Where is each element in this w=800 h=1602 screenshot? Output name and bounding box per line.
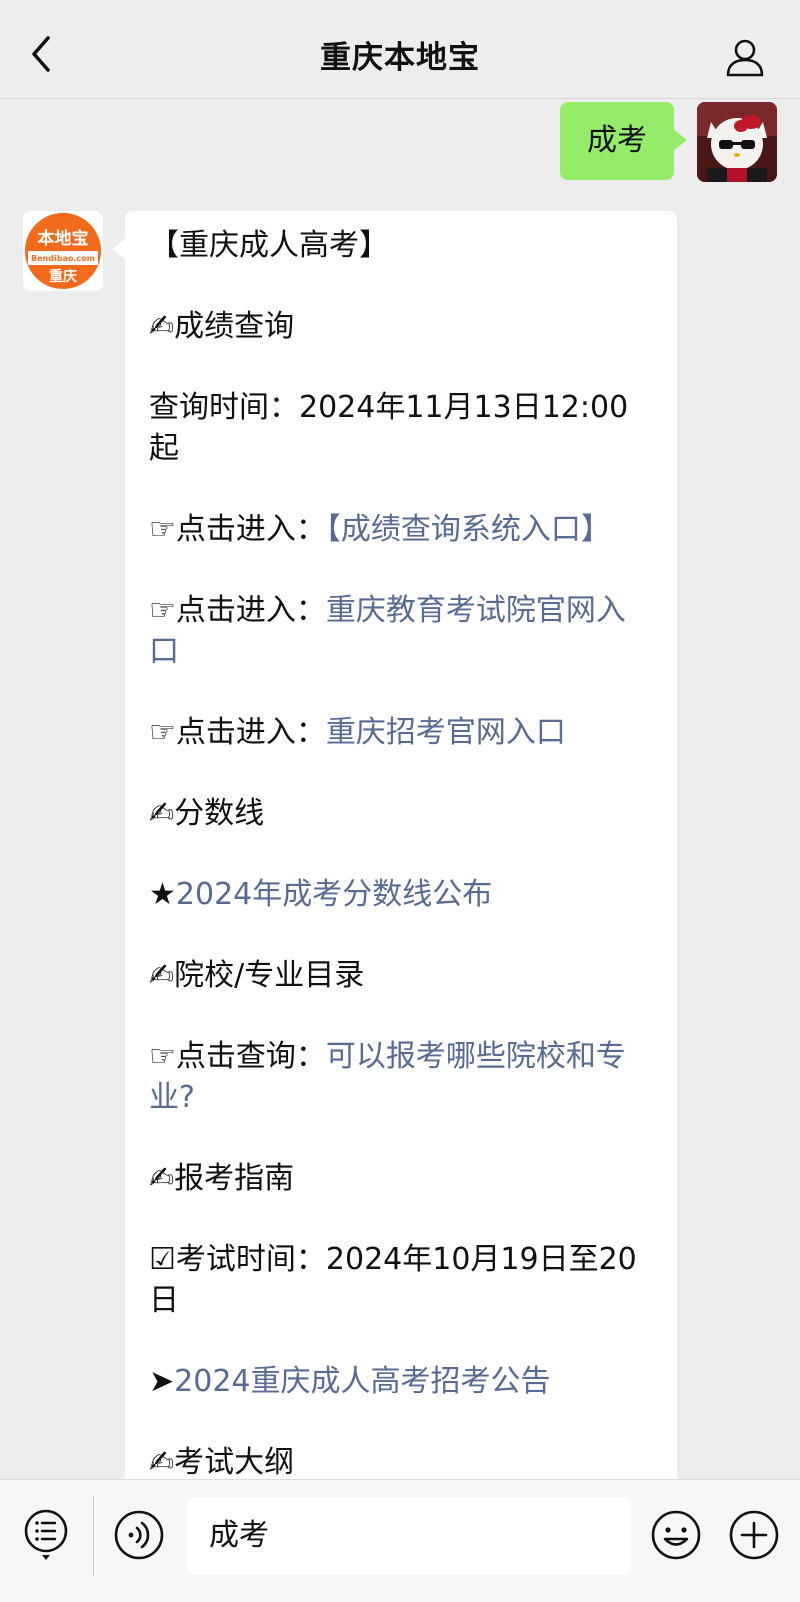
- section-title-syllabus: ✍考试大纲: [149, 1445, 295, 1479]
- section-title-guide: ✍报考指南: [149, 1161, 295, 1196]
- entry-exam-authority: ☞点击进入：重庆教育考试院官网入口: [149, 593, 626, 669]
- menu-button[interactable]: [22, 1507, 72, 1563]
- svg-text:重庆: 重庆: [49, 268, 77, 285]
- message-content: 【重庆成人高考】 ✍成绩查询 查询时间：2024年11月13日12:00起 ☞点…: [149, 225, 649, 1479]
- chat-header: 重庆本地宝: [0, 0, 800, 99]
- bar-divider: [93, 1495, 94, 1577]
- bot-avatar[interactable]: 本地宝 Bendibao.com 重庆: [23, 211, 103, 291]
- arrow-icon: ➤: [149, 1364, 175, 1399]
- section-title-cutoff: ✍分数线: [149, 796, 265, 831]
- svg-text:本地宝: 本地宝: [38, 228, 89, 249]
- bot-message-bubble: 【重庆成人高考】 ✍成绩查询 查询时间：2024年11月13日12:00起 ☞点…: [112, 211, 677, 1479]
- catalog-entry: ☞点击查询：可以报考哪些院校和专业?: [149, 1039, 626, 1115]
- message-input[interactable]: 成考: [187, 1497, 631, 1575]
- notice-link[interactable]: 2024重庆成人高考招考公告: [174, 1364, 550, 1399]
- more-button[interactable]: [728, 1509, 780, 1561]
- section-title-catalog: ✍院校/专业目录: [149, 958, 365, 993]
- exam-time-text: ☑考试时间：2024年10月19日至20日: [149, 1242, 637, 1318]
- plus-icon: [729, 1510, 779, 1560]
- entry-admissions-site: ☞点击进入：重庆招考官网入口: [149, 715, 566, 750]
- user-message-bubble[interactable]: 成考: [560, 102, 687, 180]
- cutoff-entry: ★2024年成考分数线公布: [149, 874, 649, 915]
- message-list[interactable]: 成考 本地宝 Bendibao.com 重庆 【重庆成人高考】 ✍成绩查询 查询…: [0, 99, 800, 1479]
- notice-entry: ➤2024重庆成人高考招考公告: [149, 1361, 649, 1402]
- cutoff-link[interactable]: 2024年成考分数线公布: [176, 877, 492, 912]
- user-avatar[interactable]: [697, 102, 777, 182]
- input-bar: 成考: [0, 1479, 800, 1602]
- section-title-scores: ✍成绩查询: [149, 309, 295, 344]
- chat-info-button[interactable]: [724, 36, 766, 78]
- voice-button[interactable]: [113, 1509, 165, 1561]
- emoji-icon: [651, 1510, 701, 1560]
- bendibao-logo: 本地宝 Bendibao.com 重庆: [23, 211, 103, 291]
- person-icon: [726, 39, 764, 77]
- star-icon: ★: [149, 877, 176, 912]
- chat-title: 重庆本地宝: [320, 40, 480, 76]
- list-menu-icon: [24, 1509, 68, 1560]
- admissions-site-link[interactable]: 重庆招考官网入口: [326, 715, 566, 750]
- svg-text:Bendibao.com: Bendibao.com: [31, 254, 95, 263]
- message-heading: 【重庆成人高考】: [149, 228, 389, 263]
- emoji-button[interactable]: [650, 1509, 702, 1561]
- score-system-link[interactable]: 【成绩查询系统入口】: [326, 512, 611, 547]
- voice-icon: [114, 1510, 164, 1560]
- avatar-image: [697, 102, 777, 182]
- query-time-text: 查询时间：2024年11月13日12:00起: [149, 390, 629, 466]
- entry-score-system: ☞点击进入：【成绩查询系统入口】: [149, 512, 611, 547]
